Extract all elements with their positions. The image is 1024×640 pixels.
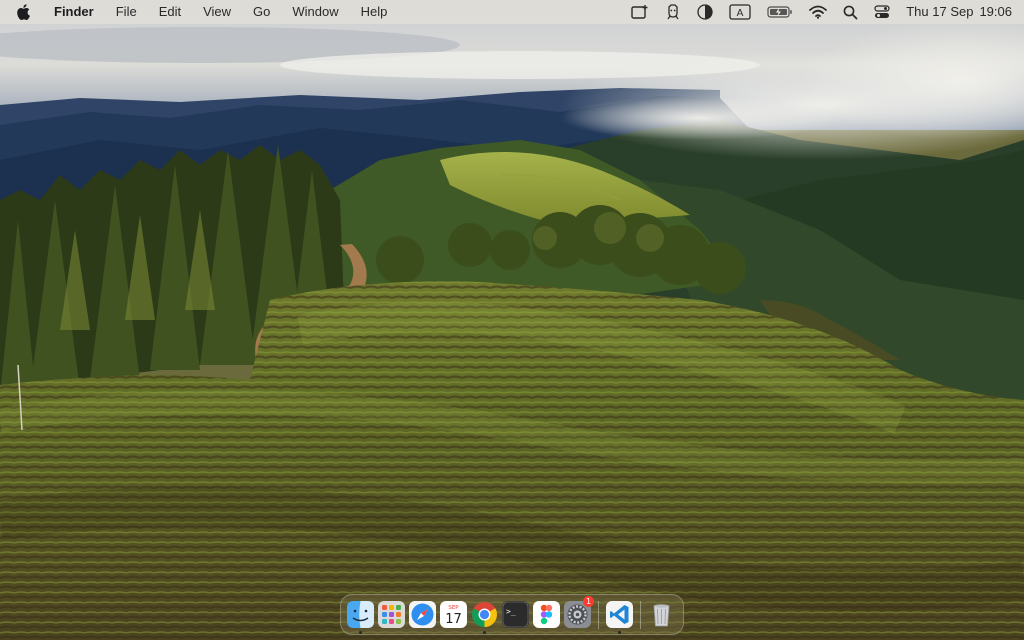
launchpad-icon: [378, 601, 405, 628]
dock-item-finder[interactable]: [345, 599, 376, 634]
dock-item-safari[interactable]: [407, 599, 438, 630]
finder-icon: [347, 601, 374, 628]
dock-item-chrome[interactable]: [469, 599, 500, 634]
notification-badge: 1: [583, 596, 594, 607]
menu-edit[interactable]: Edit: [148, 0, 192, 24]
menu-help[interactable]: Help: [350, 0, 399, 24]
vscode-icon: [606, 601, 633, 628]
dock-item-vscode[interactable]: [604, 599, 635, 634]
menu-go[interactable]: Go: [242, 0, 281, 24]
calendar-icon: SEP 17: [440, 601, 467, 628]
app-menu-finder[interactable]: Finder: [46, 0, 105, 24]
figma-icon: [533, 601, 560, 628]
calendar-day: 17: [445, 612, 462, 627]
wifi-icon[interactable]: [801, 0, 835, 24]
safari-icon: [409, 601, 436, 628]
screen-capture-icon[interactable]: [623, 0, 657, 24]
menu-bar: Finder File Edit View Go Window Help A T…: [0, 0, 1024, 24]
trash-icon: [653, 604, 670, 627]
running-indicator: [483, 631, 486, 634]
dock-item-system-settings[interactable]: 1: [562, 596, 594, 630]
input-source-letter: A: [737, 8, 744, 19]
dock-item-trash[interactable]: [646, 599, 677, 630]
dock-item-launchpad[interactable]: [376, 599, 407, 630]
control-center-icon[interactable]: [866, 0, 898, 24]
menu-file[interactable]: File: [105, 0, 148, 24]
dock: SEP 17 >_ 1: [340, 594, 684, 635]
character-viewer-icon[interactable]: [657, 0, 689, 24]
chrome-icon: [472, 602, 497, 627]
running-indicator: [359, 631, 362, 634]
menu-bar-clock[interactable]: Thu 17 Sep 19:06: [898, 0, 1012, 24]
dock-separator: [640, 600, 641, 629]
dock-item-figma[interactable]: [531, 599, 562, 630]
display-icon[interactable]: [689, 0, 721, 24]
battery-icon[interactable]: [759, 0, 801, 24]
calendar-month: SEP: [448, 605, 459, 611]
menu-bar-extras: A Thu 17 Sep 19:06: [623, 0, 1012, 24]
spotlight-search-icon[interactable]: [835, 0, 866, 24]
terminal-prompt: >_: [506, 607, 516, 616]
menu-view[interactable]: View: [192, 0, 242, 24]
terminal-icon: >_: [502, 601, 529, 628]
clock-time: 19:06: [979, 4, 1012, 19]
running-indicator: [618, 631, 621, 634]
apple-menu-icon[interactable]: [16, 4, 36, 20]
desktop-wallpaper: [0, 0, 1024, 640]
dock-separator: [598, 600, 599, 629]
menu-bar-left: Finder File Edit View Go Window Help: [16, 0, 398, 24]
clock-date: Thu 17 Sep: [906, 4, 974, 19]
menu-window[interactable]: Window: [281, 0, 349, 24]
input-source-icon[interactable]: A: [721, 0, 759, 24]
dock-item-calendar[interactable]: SEP 17: [438, 599, 469, 630]
dock-item-terminal[interactable]: >_: [500, 599, 531, 630]
